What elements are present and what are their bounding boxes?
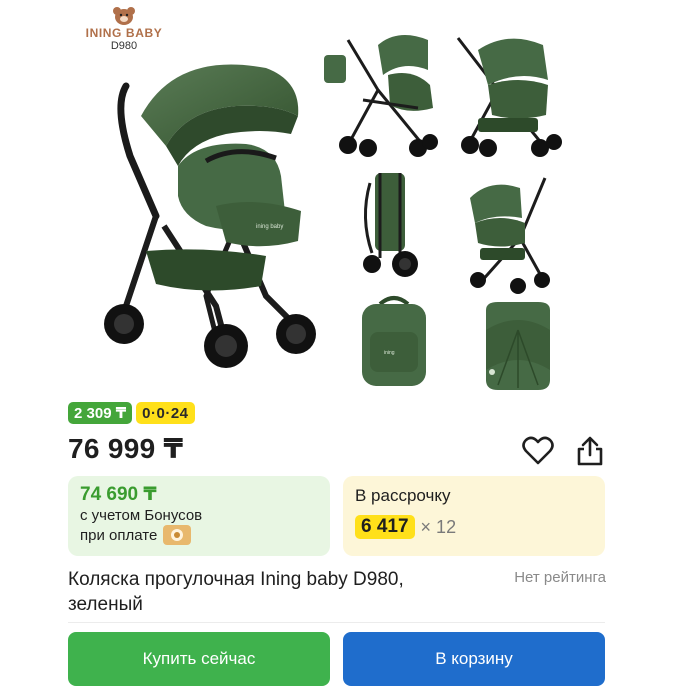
- rating-label[interactable]: Нет рейтинга: [470, 569, 606, 586]
- thumbnail-backpack[interactable]: ining: [352, 292, 437, 392]
- bonus-line-2-text: при оплате: [80, 526, 158, 544]
- thumbnail-stroller-reversed[interactable]: [448, 30, 568, 160]
- add-to-cart-button[interactable]: В корзину: [343, 632, 605, 686]
- bonus-price: 74 690 ₸: [80, 484, 157, 505]
- installment-times: × 12: [420, 516, 457, 537]
- promo-badges: 2 309 ₸ 0·0·24: [68, 402, 195, 424]
- product-gallery[interactable]: INING BABY D980 ining baby ining: [0, 0, 673, 395]
- divider: [68, 622, 605, 623]
- bear-logo-icon: [113, 7, 135, 25]
- bonus-coin-icon: [163, 525, 192, 545]
- installment-title: В рассрочку: [355, 486, 451, 505]
- svg-text:ining baby: ining baby: [256, 224, 283, 230]
- bonus-line-2: при оплате: [80, 525, 318, 545]
- bonus-price-card[interactable]: 74 690 ₸ с учетом Бонусов при оплате: [68, 476, 330, 556]
- thumbnail-stroller-with-bag[interactable]: [318, 30, 448, 160]
- installment-card[interactable]: В рассрочку 6 417 × 12: [343, 476, 605, 556]
- bonus-line-1-text: с учетом Бонусов: [80, 507, 203, 524]
- share-icon: [577, 436, 603, 466]
- bonus-badge: 2 309 ₸: [68, 402, 133, 424]
- thumbnail-footmuff[interactable]: [478, 300, 558, 392]
- buy-now-button[interactable]: Купить сейчас: [68, 632, 330, 686]
- brand-name: INING BABY: [85, 26, 163, 40]
- product-title: Коляска прогулочная Ining baby D980, зел…: [68, 569, 404, 615]
- installment-row: 6 417 × 12: [355, 515, 593, 539]
- favorite-button[interactable]: [521, 434, 555, 468]
- bonus-line-1: с учетом Бонусов: [80, 506, 318, 525]
- heart-icon: [522, 436, 554, 465]
- thumbnail-stroller-folded[interactable]: [350, 168, 430, 280]
- product-price: 76 999 ₸: [68, 433, 184, 464]
- share-button[interactable]: [573, 434, 607, 468]
- svg-text:ining: ining: [384, 350, 395, 356]
- installment-badge: 0·0·24: [136, 402, 195, 424]
- stroller-main-image[interactable]: ining baby: [86, 46, 326, 376]
- installment-amount: 6 417: [355, 515, 415, 539]
- thumbnail-stroller-bassinet[interactable]: [460, 168, 560, 296]
